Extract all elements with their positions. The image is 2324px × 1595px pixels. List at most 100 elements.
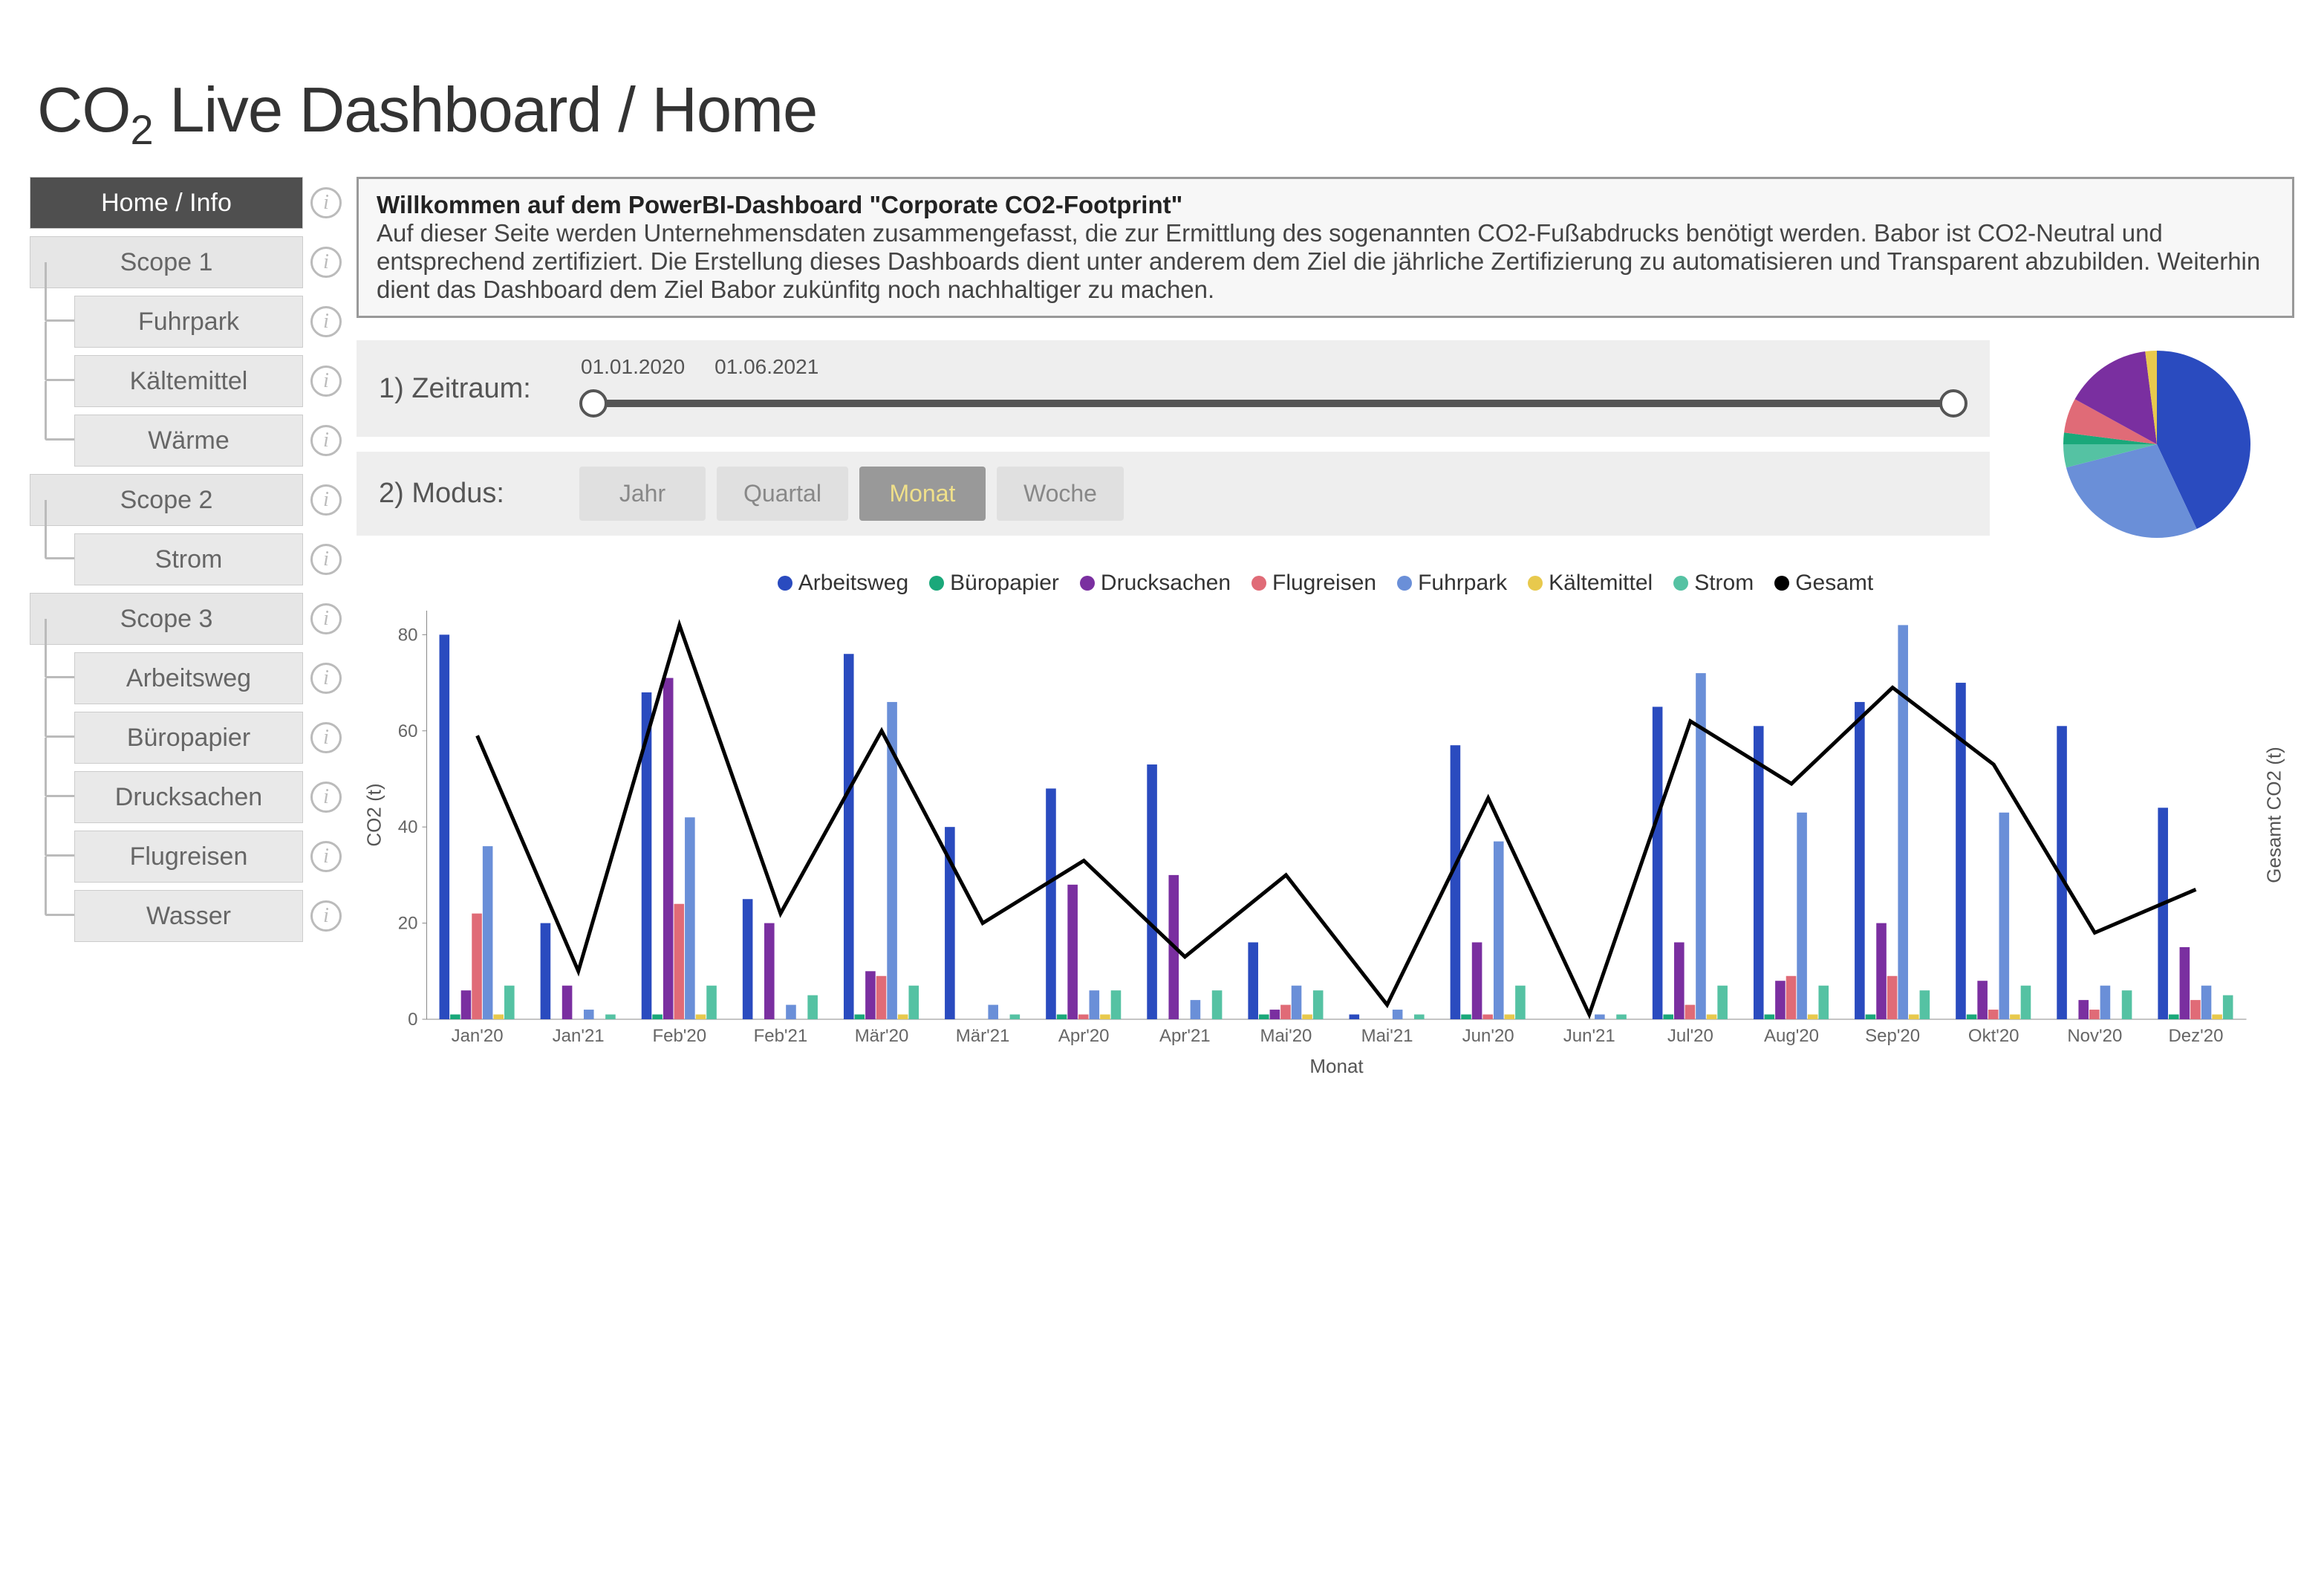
bar-büropapier[interactable] xyxy=(1259,1015,1269,1019)
mode-woche[interactable]: Woche xyxy=(997,467,1124,521)
bar-strom[interactable] xyxy=(605,1015,616,1019)
info-icon[interactable]: i xyxy=(310,306,342,337)
bar-flugreisen[interactable] xyxy=(2190,1000,2201,1019)
bar-arbeitsweg[interactable] xyxy=(1248,942,1258,1019)
bar-strom[interactable] xyxy=(504,986,515,1019)
bar-büropapier[interactable] xyxy=(450,1015,460,1019)
bar-drucksachen[interactable] xyxy=(562,986,573,1019)
bar-drucksachen[interactable] xyxy=(865,971,876,1019)
bar-fuhrpark[interactable] xyxy=(2100,986,2111,1019)
bar-strom[interactable] xyxy=(1414,1015,1425,1019)
bar-fuhrpark[interactable] xyxy=(584,1010,594,1019)
legend-drucksachen[interactable]: Drucksachen xyxy=(1080,571,1231,596)
bar-büropapier[interactable] xyxy=(1057,1015,1067,1019)
bar-arbeitsweg[interactable] xyxy=(844,654,854,1019)
bar-strom[interactable] xyxy=(908,986,919,1019)
legend-kältemittel[interactable]: Kältemittel xyxy=(1528,571,1653,596)
bar-arbeitsweg[interactable] xyxy=(1147,764,1157,1019)
bar-büropapier[interactable] xyxy=(1967,1015,1977,1019)
bar-drucksachen[interactable] xyxy=(1270,1010,1280,1019)
bar-arbeitsweg[interactable] xyxy=(743,899,753,1019)
bar-fuhrpark[interactable] xyxy=(1797,813,1807,1019)
bar-arbeitsweg[interactable] xyxy=(1046,788,1056,1019)
bar-flugreisen[interactable] xyxy=(1786,976,1797,1019)
bar-flugreisen[interactable] xyxy=(1988,1010,1999,1019)
info-icon[interactable]: i xyxy=(310,603,342,634)
bar-kältemittel[interactable] xyxy=(2212,1015,2222,1019)
bar-büropapier[interactable] xyxy=(652,1015,663,1019)
legend-gesamt[interactable]: Gesamt xyxy=(1774,571,1873,596)
bar-fuhrpark[interactable] xyxy=(1898,625,1908,1019)
legend-fuhrpark[interactable]: Fuhrpark xyxy=(1397,571,1507,596)
bar-flugreisen[interactable] xyxy=(1685,1005,1696,1019)
bar-kältemittel[interactable] xyxy=(696,1015,706,1019)
bar-flugreisen[interactable] xyxy=(876,976,887,1019)
bar-strom[interactable] xyxy=(1515,986,1526,1019)
zeitraum-slider[interactable] xyxy=(587,400,1960,407)
bar-drucksachen[interactable] xyxy=(764,923,775,1019)
bar-fuhrpark[interactable] xyxy=(1292,986,1302,1019)
bar-strom[interactable] xyxy=(1616,1015,1627,1019)
bar-drucksachen[interactable] xyxy=(1067,885,1078,1019)
nav-item-k-ltemittel[interactable]: Kältemitteli xyxy=(74,355,342,407)
info-icon[interactable]: i xyxy=(310,841,342,872)
bar-arbeitsweg[interactable] xyxy=(1855,702,1865,1019)
slider-thumb-from[interactable] xyxy=(579,389,608,418)
bar-kältemittel[interactable] xyxy=(1302,1015,1312,1019)
bar-kältemittel[interactable] xyxy=(898,1015,908,1019)
line-gesamt[interactable] xyxy=(478,625,2196,1014)
mode-monat[interactable]: Monat xyxy=(859,467,986,521)
bar-fuhrpark[interactable] xyxy=(1191,1000,1201,1019)
bar-drucksachen[interactable] xyxy=(2180,947,2190,1019)
bar-drucksachen[interactable] xyxy=(1876,923,1887,1019)
info-icon[interactable]: i xyxy=(310,425,342,456)
nav-item-w-rme[interactable]: Wärmei xyxy=(74,415,342,467)
bar-drucksachen[interactable] xyxy=(1472,942,1482,1019)
info-icon[interactable]: i xyxy=(310,187,342,218)
bar-büropapier[interactable] xyxy=(1866,1015,1876,1019)
bar-strom[interactable] xyxy=(2223,995,2233,1019)
info-icon[interactable]: i xyxy=(310,544,342,575)
bar-drucksachen[interactable] xyxy=(1977,981,1988,1019)
nav-item-wasser[interactable]: Wasseri xyxy=(74,890,342,942)
bar-fuhrpark[interactable] xyxy=(685,817,695,1019)
bar-strom[interactable] xyxy=(2122,990,2132,1019)
bar-strom[interactable] xyxy=(706,986,717,1019)
legend-arbeitsweg[interactable]: Arbeitsweg xyxy=(778,571,908,596)
bar-strom[interactable] xyxy=(1212,990,1223,1019)
bar-strom[interactable] xyxy=(1818,986,1829,1019)
bar-flugreisen[interactable] xyxy=(1482,1015,1493,1019)
nav-item-flugreisen[interactable]: Flugreiseni xyxy=(74,831,342,883)
bar-strom[interactable] xyxy=(1010,1015,1021,1019)
bar-büropapier[interactable] xyxy=(1461,1015,1471,1019)
legend-flugreisen[interactable]: Flugreisen xyxy=(1251,571,1376,596)
mode-jahr[interactable]: Jahr xyxy=(579,467,706,521)
bar-arbeitsweg[interactable] xyxy=(1653,706,1663,1019)
bar-flugreisen[interactable] xyxy=(2089,1010,2100,1019)
bar-drucksachen[interactable] xyxy=(2078,1000,2089,1019)
bar-arbeitsweg[interactable] xyxy=(1350,1015,1360,1019)
bar-fuhrpark[interactable] xyxy=(1090,990,1100,1019)
nav-item-scope-2[interactable]: Scope 2i xyxy=(30,474,342,526)
bar-drucksachen[interactable] xyxy=(461,990,472,1019)
nav-item-home-info[interactable]: Home / Infoi xyxy=(30,177,342,229)
legend-strom[interactable]: Strom xyxy=(1673,571,1754,596)
bar-fuhrpark[interactable] xyxy=(1494,842,1504,1019)
bar-fuhrpark[interactable] xyxy=(988,1005,998,1019)
bar-büropapier[interactable] xyxy=(1663,1015,1673,1019)
bar-fuhrpark[interactable] xyxy=(483,846,493,1019)
bar-büropapier[interactable] xyxy=(1765,1015,1775,1019)
bar-strom[interactable] xyxy=(1313,990,1324,1019)
bar-flugreisen[interactable] xyxy=(472,914,482,1019)
bar-arbeitsweg[interactable] xyxy=(2158,808,2168,1019)
bar-büropapier[interactable] xyxy=(855,1015,865,1019)
bar-arbeitsweg[interactable] xyxy=(1956,683,1966,1019)
info-icon[interactable]: i xyxy=(310,900,342,932)
nav-item-scope-1[interactable]: Scope 1i xyxy=(30,236,342,288)
bar-kältemittel[interactable] xyxy=(493,1015,504,1019)
bar-strom[interactable] xyxy=(807,995,818,1019)
bar-fuhrpark[interactable] xyxy=(1595,1015,1605,1019)
bar-strom[interactable] xyxy=(1111,990,1122,1019)
bar-flugreisen[interactable] xyxy=(1280,1005,1291,1019)
bar-fuhrpark[interactable] xyxy=(1999,813,2010,1019)
